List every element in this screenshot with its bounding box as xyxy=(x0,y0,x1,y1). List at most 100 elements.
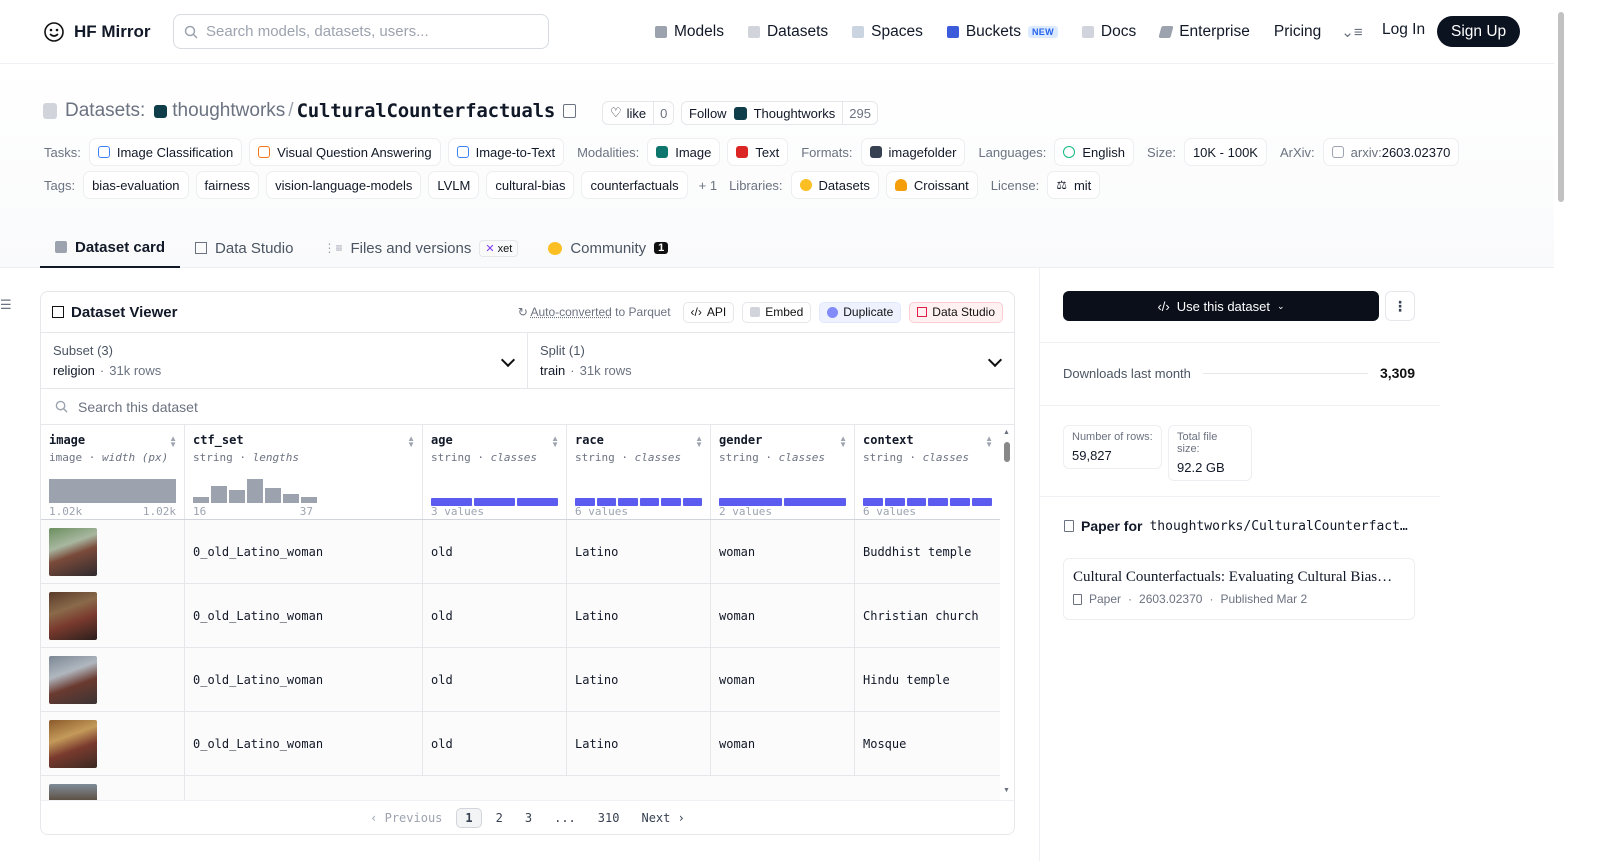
community-count-badge: 1 xyxy=(654,242,669,254)
data-studio-button[interactable]: Data Studio xyxy=(909,301,1003,323)
more-options-button[interactable]: ⋮ xyxy=(1385,291,1415,321)
sort-icon[interactable]: ▲ ▼ xyxy=(695,435,703,449)
language-english[interactable]: English xyxy=(1054,138,1135,166)
modality-image[interactable]: Image xyxy=(647,138,721,166)
more-menu-icon[interactable]: ⌄≡ xyxy=(1341,23,1362,41)
table-row[interactable]: 0_old_Latino_woman old Latino woman Hind… xyxy=(41,648,1000,712)
image-thumbnail[interactable] xyxy=(49,719,97,768)
page-scrollbar-thumb[interactable] xyxy=(1558,12,1564,202)
dataset-search-input[interactable]: Search this dataset xyxy=(41,389,1014,425)
right-sidebar: ‹/› Use this dataset ⌄ ⋮ Downloads last mo… xyxy=(1039,268,1554,861)
tag-item[interactable]: counterfactuals xyxy=(581,171,688,199)
paper-section-header: Paper for thoughtworks/CulturalCounterfa… xyxy=(1064,518,1408,534)
column-header-race[interactable]: race string · classes ▲ ▼ 6 values xyxy=(567,425,711,519)
files-icon: ⋮≡ xyxy=(323,241,343,255)
page-2-button[interactable]: 2 xyxy=(488,809,511,827)
task-vqa[interactable]: Visual Question Answering xyxy=(249,138,441,166)
api-button[interactable]: ‹/› API xyxy=(682,301,735,323)
page-last-button[interactable]: 310 xyxy=(590,809,628,827)
table-row[interactable]: 0_old_Latino_woman old Latino woman Mosq… xyxy=(41,712,1000,776)
org-avatar-icon xyxy=(154,104,168,118)
tab-data-studio[interactable]: Data Studio xyxy=(180,228,308,268)
like-button[interactable]: ♡ like 0 xyxy=(602,101,675,125)
tag-item[interactable]: vision-language-models xyxy=(266,171,422,199)
column-header-ctf-set[interactable]: ctf_set string · lengths ▲ ▼ 16 37 xyxy=(185,425,423,519)
nav-buckets[interactable]: Buckets NEW xyxy=(946,23,1058,41)
library-datasets[interactable]: Datasets xyxy=(790,171,879,199)
task-image-classification[interactable]: Image Classification xyxy=(88,138,243,166)
tab-files-and-versions[interactable]: ⋮≡ Files and versions ✕ xet xyxy=(308,228,533,268)
size-tag[interactable]: 10K - 100K xyxy=(1183,138,1267,166)
cell-ctf-set: 0_old_Latino_woman xyxy=(185,584,423,647)
library-croissant[interactable]: Croissant xyxy=(885,171,978,199)
rows-stat: Number of rows: 59,827 xyxy=(1063,425,1162,469)
copy-icon[interactable] xyxy=(563,104,577,118)
column-header-gender[interactable]: gender string · classes ▲ ▼ 2 values xyxy=(711,425,855,519)
image-thumbnail[interactable] xyxy=(49,655,97,704)
tab-dataset-card[interactable]: Dataset card xyxy=(40,228,181,268)
auto-converted-note[interactable]: ↻ Auto-converted to Parquet xyxy=(518,305,671,319)
paper-card[interactable]: Cultural Counterfactuals: Evaluating Cul… xyxy=(1063,558,1415,620)
image-thumbnail[interactable] xyxy=(49,527,97,576)
docs-icon xyxy=(1081,26,1094,38)
tab-community[interactable]: Community 1 xyxy=(533,228,683,268)
global-search-input[interactable]: Search models, datasets, users... xyxy=(173,14,549,49)
scroll-up-arrow-icon[interactable]: ▲ xyxy=(1003,429,1010,436)
nav-spaces[interactable]: Spaces xyxy=(852,23,923,41)
brand-logo[interactable]: HF Mirror xyxy=(42,20,151,44)
sort-icon[interactable]: ▲ ▼ xyxy=(985,435,993,449)
histogram-bar xyxy=(247,479,263,503)
tag-item[interactable]: bias-evaluation xyxy=(83,171,189,199)
dataset-icon xyxy=(43,103,57,119)
login-link[interactable]: Log In xyxy=(1382,21,1425,39)
column-header-context[interactable]: context string · classes ▲ ▼ 6 values xyxy=(855,425,1000,519)
org-link[interactable]: thoughtworks xyxy=(172,100,285,122)
use-this-dataset-button[interactable]: ‹/› Use this dataset ⌄ xyxy=(1063,291,1379,321)
sort-icon[interactable]: ▲ ▼ xyxy=(551,435,559,449)
split-select[interactable]: Split (1) train · 31k rows xyxy=(527,333,1014,388)
tag-item[interactable]: fairness xyxy=(195,171,260,199)
scrollbar-thumb[interactable] xyxy=(1004,442,1010,462)
nav-datasets[interactable]: Datasets xyxy=(747,23,828,41)
column-header-age[interactable]: age string · classes ▲ ▼ 3 values xyxy=(423,425,567,519)
nav-docs[interactable]: Docs xyxy=(1081,23,1136,41)
image-thumbnail[interactable] xyxy=(49,591,97,640)
sort-icon[interactable]: ▲ ▼ xyxy=(169,435,177,449)
nav-enterprise[interactable]: Enterprise xyxy=(1158,23,1250,41)
tag-item[interactable]: LVLM xyxy=(428,171,480,199)
arxiv-tag[interactable]: arxiv:2603.02370 xyxy=(1322,138,1460,166)
column-header-image[interactable]: image image · width (px) ▲ ▼ 1.02k 1.02k xyxy=(41,425,185,519)
next-page-button[interactable]: Next › xyxy=(633,809,692,827)
sort-icon[interactable]: ▲ ▼ xyxy=(407,435,415,449)
follow-button[interactable]: Follow Thoughtworks 295 xyxy=(681,101,878,125)
license-tag[interactable]: ⚖ mit xyxy=(1047,171,1101,199)
table-row-partial[interactable] xyxy=(41,776,1000,802)
subset-select[interactable]: Subset (3) religion · 31k rows xyxy=(41,333,527,388)
modality-text[interactable]: Text xyxy=(727,138,789,166)
cell-age: old xyxy=(423,584,567,647)
page-scrollbar[interactable] xyxy=(1554,0,1568,861)
embed-button[interactable]: Embed xyxy=(742,301,812,323)
scroll-down-arrow-icon[interactable]: ▼ xyxy=(1003,787,1010,794)
search-placeholder: Search models, datasets, users... xyxy=(206,23,429,40)
dataset-name[interactable]: CulturalCounterfactuals xyxy=(297,100,556,122)
sort-icon[interactable]: ▲ ▼ xyxy=(839,435,847,449)
duplicate-button[interactable]: Duplicate xyxy=(819,301,902,323)
globe-icon xyxy=(1063,146,1076,158)
page-1-button[interactable]: 1 xyxy=(456,807,482,828)
table-row[interactable]: 0_old_Latino_woman old Latino woman Budd… xyxy=(41,520,1000,584)
page-3-button[interactable]: 3 xyxy=(517,809,540,827)
nav-pricing[interactable]: Pricing xyxy=(1274,23,1321,41)
signup-button[interactable]: Sign Up xyxy=(1437,16,1521,47)
more-tags-link[interactable]: + 1 xyxy=(699,178,717,193)
code-icon: ‹/› xyxy=(1157,298,1170,314)
tag-item[interactable]: cultural-bias xyxy=(486,171,575,199)
table-row[interactable]: 0_old_Latino_woman old Latino woman Chri… xyxy=(41,584,1000,648)
split-value: train xyxy=(540,363,566,378)
previous-page-button[interactable]: ‹ Previous xyxy=(362,809,450,827)
format-imagefolder[interactable]: imagefolder xyxy=(860,138,966,166)
toc-toggle-icon[interactable]: ☰ xyxy=(0,297,12,313)
table-scrollbar[interactable]: ▲ ▼ xyxy=(1000,425,1014,800)
task-image-to-text[interactable]: Image-to-Text xyxy=(447,138,565,166)
nav-models[interactable]: Models xyxy=(655,23,724,41)
